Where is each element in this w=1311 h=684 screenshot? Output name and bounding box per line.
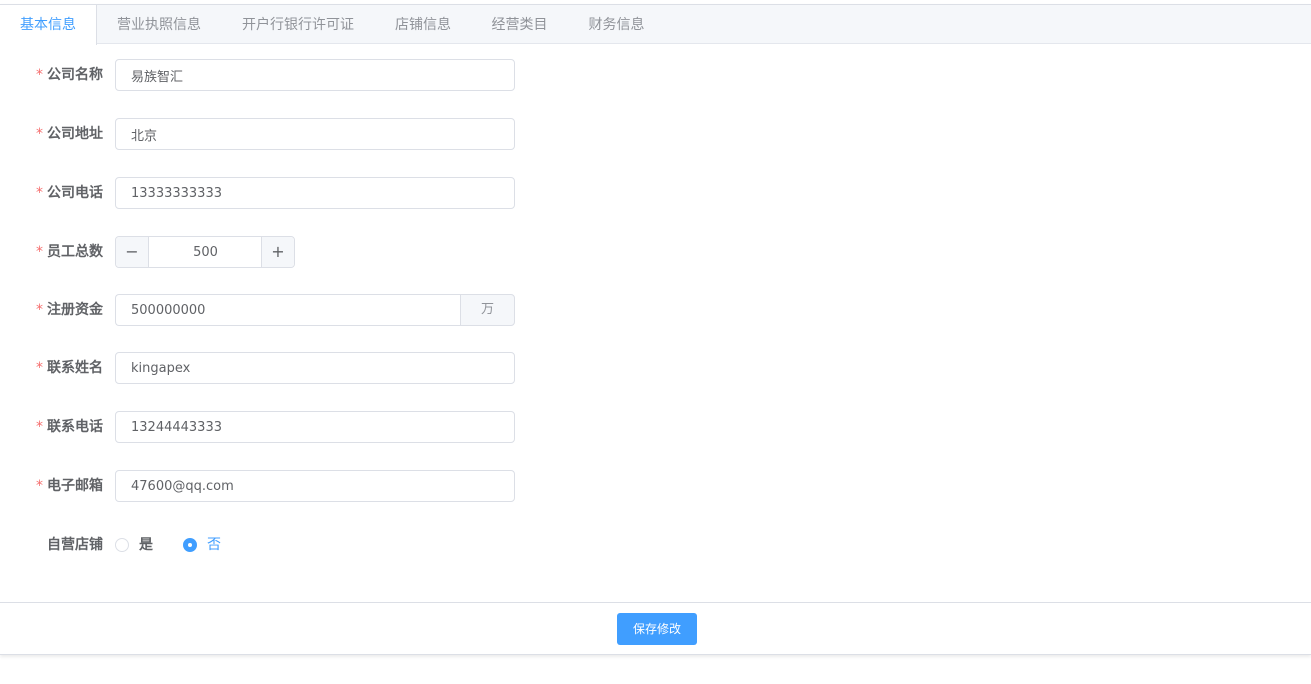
form-row-company-phone: * 公司电话 (0, 177, 600, 209)
tab-basic-info[interactable]: 基本信息 (0, 5, 97, 45)
form-row-company-name: * 公司名称 (0, 59, 600, 91)
capital-unit-suffix: 万 (460, 294, 515, 326)
save-changes-button[interactable]: 保存修改 (617, 613, 697, 645)
contact-phone-input[interactable] (115, 411, 515, 443)
required-mark: * (36, 478, 43, 494)
company-phone-input[interactable] (115, 177, 515, 209)
form-row-self-operated: 自营店铺 是 否 (0, 529, 600, 561)
employee-count-label: * 员工总数 (36, 244, 103, 260)
increment-button[interactable]: + (261, 237, 294, 267)
employee-count-stepper: − + (115, 236, 295, 268)
required-mark: * (36, 126, 43, 142)
radio-self-operated-no[interactable]: 否 (183, 529, 233, 561)
tab-bank-permit[interactable]: 开户行银行许可证 (221, 5, 375, 44)
radio-label: 是 (139, 537, 153, 553)
required-mark: * (36, 185, 43, 201)
company-name-input[interactable] (115, 59, 515, 91)
radio-checked-icon (183, 538, 197, 552)
contact-phone-label: * 联系电话 (36, 419, 103, 435)
registered-capital-input[interactable] (115, 294, 461, 326)
employee-count-input[interactable] (149, 237, 262, 267)
company-name-label: * 公司名称 (36, 67, 103, 83)
form-row-registered-capital: *注册资金 万 (0, 294, 600, 326)
tab-business-license[interactable]: 营业执照信息 (97, 5, 221, 44)
form-row-employee-count: *员工总数 − + (0, 236, 600, 268)
form-row-email: * 电子邮箱 (0, 470, 600, 502)
required-mark: * (36, 244, 43, 260)
decrement-button[interactable]: − (116, 237, 149, 267)
contact-name-label: * 联系姓名 (36, 360, 103, 376)
radio-self-operated-yes[interactable]: 是 (115, 529, 165, 561)
form-footer: 保存修改 (0, 602, 1311, 656)
company-address-label: * 公司地址 (36, 126, 103, 142)
company-address-input[interactable] (115, 118, 515, 150)
email-input[interactable] (115, 470, 515, 502)
tab-bar: 基本信息 营业执照信息 开户行银行许可证 店铺信息 经营类目 财务信息 (0, 5, 1311, 45)
radio-label: 否 (207, 537, 221, 553)
required-mark: * (36, 67, 43, 83)
contact-name-input[interactable] (115, 352, 515, 384)
required-mark: * (36, 419, 43, 435)
tab-business-category[interactable]: 经营类目 (471, 5, 568, 44)
required-mark: * (36, 302, 43, 318)
radio-circle-icon (115, 538, 129, 552)
settings-card: 基本信息 营业执照信息 开户行银行许可证 店铺信息 经营类目 财务信息 * 公司名… (0, 4, 1311, 655)
company-phone-label: * 公司电话 (36, 185, 103, 201)
registered-capital-label: * 注册资金 (36, 302, 103, 318)
tab-finance-info[interactable]: 财务信息 (568, 5, 665, 44)
form-row-contact-phone: * 联系电话 (0, 411, 600, 443)
registered-capital-group: 万 (115, 294, 515, 326)
required-mark: * (36, 360, 43, 376)
form-row-contact-name: * 联系姓名 (0, 352, 600, 384)
tab-shop-info[interactable]: 店铺信息 (375, 5, 471, 44)
email-label: * 电子邮箱 (36, 478, 103, 494)
form-row-company-address: * 公司地址 (0, 118, 600, 150)
self-operated-label: 自营店铺 (47, 537, 103, 553)
